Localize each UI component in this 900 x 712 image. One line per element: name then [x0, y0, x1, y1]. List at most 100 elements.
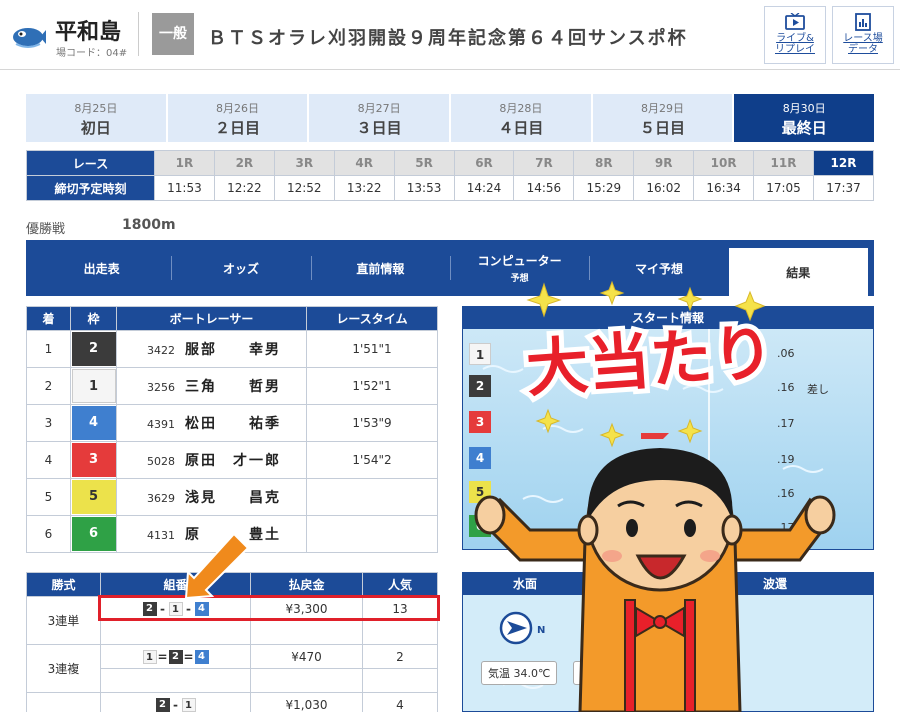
grade-badge: 一般 — [152, 13, 194, 55]
live-replay-button[interactable]: ライブ& リプレイ — [764, 6, 826, 64]
day-date: 8月29日 — [641, 102, 685, 115]
combo-chip: 2 — [155, 697, 170, 712]
start-frame-badge: 3 — [469, 411, 491, 433]
day-tab-5[interactable]: 8月29日 ５日目 — [592, 94, 733, 142]
start-frame-badge: 4 — [469, 447, 491, 469]
place: 6 — [26, 515, 71, 553]
combination: 2-1 — [100, 692, 251, 712]
table-row: 3 4 4391 松田 祐季 1'53"9 — [26, 404, 438, 442]
weather-header-b: 波還 — [763, 577, 788, 591]
racer-reg: 4391 — [147, 418, 175, 431]
race-8r[interactable]: 8R — [573, 150, 635, 176]
deadline-time: 16:34 — [693, 175, 755, 201]
table-row: 5 5 3629 浅見 昌克 — [26, 478, 438, 516]
deadline-time: 13:22 — [333, 175, 395, 201]
start-timing: .06 — [777, 347, 795, 360]
race-11r[interactable]: 11R — [753, 150, 814, 176]
race-6r[interactable]: 6R — [453, 150, 515, 176]
racer-name[interactable]: 服部 幸男 — [185, 342, 281, 358]
race-time: 1'52"1 — [306, 367, 438, 405]
combo-op: = — [183, 649, 194, 664]
tab-label: オッズ — [222, 261, 259, 276]
race-4r[interactable]: 4R — [333, 150, 395, 176]
deadline-label: 締切予定時刻 — [26, 175, 155, 201]
weather-panel: 水面 波還 N 気温 34.0℃ — [462, 572, 874, 712]
tab-my-prediction[interactable]: マイ予想 — [589, 248, 728, 288]
popularity: 2 — [362, 644, 438, 669]
racer-name[interactable]: 原田 才一郎 — [185, 453, 281, 469]
tab-label: 直前情報 — [356, 261, 405, 276]
combo-chip: 4 — [194, 649, 209, 664]
place: 5 — [26, 478, 71, 516]
day-name: ３日目 — [356, 119, 402, 137]
frame-badge: 4 — [71, 406, 116, 440]
day-tab-4[interactable]: 8月28日 ４日目 — [451, 94, 591, 142]
race-12r[interactable]: 12R — [812, 150, 875, 176]
racer-reg: 3422 — [147, 344, 175, 357]
day-tab-6[interactable]: 8月30日最終日 — [734, 94, 875, 142]
popularity: 4 — [362, 692, 438, 712]
col-bet-type: 勝式 — [26, 572, 101, 597]
race-results-table: 着 枠 ボートレーサー レースタイム 1 2 3422 服部 幸男 1'51"1 … — [26, 306, 438, 553]
start-winning-move: 差し — [807, 383, 829, 396]
frame-badge: 5 — [71, 480, 116, 514]
table-row: 2-1 ¥1,030 4 — [26, 692, 438, 712]
combo-op: - — [173, 697, 178, 712]
live-replay-label-1: ライブ& — [776, 33, 814, 44]
day-name: ５日目 — [640, 119, 686, 137]
start-info-panel: スタート情報 1 2 3 4 5 6 .06 .16 差し .17 .19 .1… — [462, 306, 874, 550]
table-row: 2 1 3256 三角 哲男 1'52"1 — [26, 367, 438, 405]
col-place: 着 — [26, 306, 71, 331]
day-tab-1[interactable]: 8月25日 初日 — [26, 94, 166, 142]
day-name: 最終日 — [781, 119, 827, 137]
day-tabs: 8月25日 初日 8月26日 ２日目 8月27日 ３日目 8月28日 ４日目 8月29日… — [26, 94, 875, 142]
race-7r[interactable]: 7R — [513, 150, 575, 176]
racer-name[interactable]: 浅見 昌克 — [185, 490, 281, 506]
col-frame: 枠 — [70, 306, 117, 331]
start-frame-badge: 1 — [469, 343, 491, 365]
tab-entry-list[interactable]: 出走表 — [32, 248, 171, 288]
place: 4 — [26, 441, 71, 479]
deadline-time: 17:37 — [812, 175, 875, 201]
racer-name[interactable]: 松田 祐季 — [185, 416, 281, 432]
tab-label: マイ予想 — [634, 261, 683, 276]
bet-type: 3連複 — [26, 644, 101, 693]
combo-chip: 2 — [168, 649, 183, 664]
water-background — [463, 329, 873, 549]
content-tabs: 出走表 オッズ 直前情報 コンピューター 予想 マイ予想 結果 — [26, 240, 874, 296]
race-10r[interactable]: 10R — [693, 150, 755, 176]
race-time: 1'53"9 — [306, 404, 438, 442]
day-tab-2[interactable]: 8月26日 ２日目 — [167, 94, 308, 142]
day-tab-3[interactable]: 8月27日 ３日目 — [309, 94, 450, 142]
deadline-time: 11:53 — [154, 175, 215, 201]
tab-computer-prediction[interactable]: コンピューター 予想 — [449, 248, 589, 288]
venue-data-button[interactable]: レース場 データ — [832, 6, 894, 64]
tab-label: 結果 — [786, 265, 811, 280]
race-number-table: レース 1R 2R 3R 4R 5R 6R 7R 8R 9R 10R 11R 1… — [26, 150, 875, 201]
race-9r[interactable]: 9R — [633, 150, 695, 176]
day-date: 8月27日 — [357, 102, 401, 115]
frame-badge: 2 — [71, 332, 116, 366]
race-1r[interactable]: 1R — [154, 150, 215, 176]
day-date: 8月28日 — [499, 102, 543, 115]
tab-odds[interactable]: オッズ — [171, 248, 310, 288]
tab-pre-race-info[interactable]: 直前情報 — [310, 248, 450, 288]
col-popularity: 人気 — [362, 572, 438, 597]
race-time: 1'51"1 — [306, 330, 438, 368]
racer-name[interactable]: 原 豊土 — [185, 527, 281, 543]
venue-name: 平和島 — [55, 20, 122, 45]
combo-chip: 1 — [142, 649, 157, 664]
race-2r[interactable]: 2R — [213, 150, 275, 176]
race-3r[interactable]: 3R — [273, 150, 335, 176]
race-5r[interactable]: 5R — [393, 150, 455, 176]
tab-results[interactable]: 結果 — [728, 248, 868, 296]
payout-amount: ¥470 — [250, 644, 363, 669]
day-date: 8月25日 — [74, 102, 118, 115]
header-divider — [138, 12, 139, 56]
start-timing: .19 — [777, 453, 795, 466]
day-name: ４日目 — [498, 119, 544, 137]
race-time — [306, 515, 438, 553]
table-row: 1 2 3422 服部 幸男 1'51"1 — [26, 330, 438, 368]
day-date: 8月30日 — [782, 102, 826, 115]
racer-name[interactable]: 三角 哲男 — [185, 379, 281, 395]
